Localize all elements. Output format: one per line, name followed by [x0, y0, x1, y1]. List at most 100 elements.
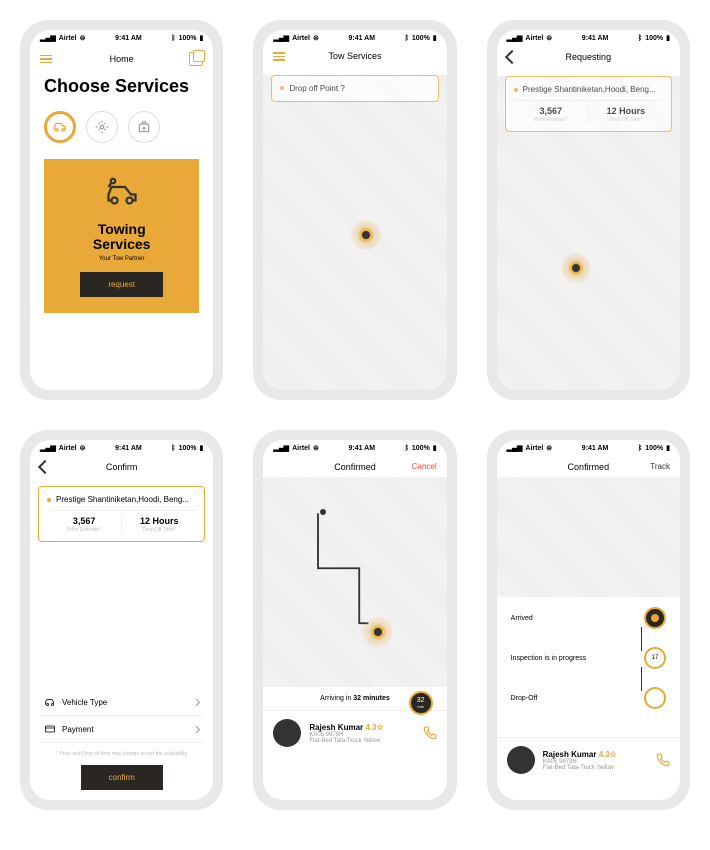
- bluetooth-icon: ᛒ: [638, 35, 642, 42]
- phone-frame: ▂▄▆Airtel⊜ 9:41 AM ᛒ100%▮ Confirmed Canc…: [253, 430, 456, 810]
- service-card: Towing Services Your Tow Partner request: [44, 159, 199, 313]
- cancel-button[interactable]: Cancel: [412, 462, 437, 471]
- carrier: Airtel: [525, 445, 543, 452]
- page-title: Tow Services: [328, 51, 381, 61]
- location-dot-icon: [280, 86, 284, 90]
- eta: 32 minutes: [353, 695, 390, 702]
- driver-name: Rajesh Kumar 4.3☆: [543, 750, 648, 759]
- service-subtitle: Your Tow Partner: [60, 256, 183, 262]
- clock: 9:41 AM: [582, 35, 609, 42]
- menu-icon[interactable]: [40, 55, 52, 64]
- map[interactable]: Drop off Point ?: [263, 75, 446, 391]
- back-icon[interactable]: [505, 50, 519, 64]
- service-title: Towing Services: [60, 222, 183, 253]
- time-label: Drop Off Time*: [122, 527, 196, 533]
- map[interactable]: [263, 477, 446, 687]
- time-value: 12 Hours: [589, 106, 663, 116]
- clock: 9:41 AM: [115, 35, 142, 42]
- header: Confirmed Cancel: [263, 456, 446, 477]
- driver-vehicle: Flat-Bed Tata-Truck Yellow: [309, 738, 414, 744]
- payment-option[interactable]: Payment: [40, 716, 203, 743]
- battery-icon: ▮: [666, 444, 670, 452]
- tow-icon[interactable]: [44, 111, 76, 143]
- carrier: Airtel: [525, 35, 543, 42]
- screen-confirmed-route: ▂▄▆Airtel⊜ 9:41 AM ᛒ100%▮ Confirmed Canc…: [263, 440, 446, 800]
- price-value: 3,567: [514, 106, 588, 116]
- arriving-label: Arriving in: [320, 695, 351, 702]
- call-icon[interactable]: [656, 753, 670, 767]
- track-button[interactable]: Track: [650, 462, 670, 471]
- clock: 9:41 AM: [115, 445, 142, 452]
- step-dropoff: Drop-Off: [511, 687, 666, 709]
- map[interactable]: [497, 477, 680, 597]
- step-pending-icon: [644, 687, 666, 709]
- page-title: Home: [110, 54, 134, 64]
- battery-icon: ▮: [199, 34, 203, 42]
- bluetooth-icon: ᛒ: [171, 445, 175, 452]
- header: Requesting: [497, 46, 680, 68]
- map[interactable]: Prestige Shantiniketan,Hoodi, Beng... 3,…: [497, 76, 680, 390]
- avatar: [273, 719, 301, 747]
- arriving-bar: Arriving in 32 minutes 32min: [263, 687, 446, 710]
- wifi-icon: ⊜: [313, 444, 319, 452]
- battery: 100%: [179, 35, 197, 42]
- step-done-icon: [644, 607, 666, 629]
- phone-frame: ▂▄▆Airtel⊜ 9:41 AM ᛒ100%▮ Confirm Presti…: [20, 430, 223, 810]
- bluetooth-icon: ᛒ: [171, 35, 175, 42]
- wifi-icon: ⊜: [313, 34, 319, 42]
- page-title: Confirm: [106, 462, 138, 472]
- request-card: Prestige Shantiniketan,Hoodi, Beng... 3,…: [505, 76, 672, 132]
- back-icon[interactable]: [38, 460, 52, 474]
- chevron-right-icon: [193, 725, 200, 732]
- summary-card: Prestige Shantiniketan,Hoodi, Beng... 3,…: [38, 486, 205, 542]
- call-icon[interactable]: [423, 726, 437, 740]
- time-value: 12 Hours: [122, 516, 196, 526]
- status-bar: ▂▄▆Airtel⊜ 9:41 AM ᛒ100%▮: [263, 30, 446, 46]
- clock: 9:41 AM: [348, 445, 375, 452]
- confirm-button[interactable]: confirm: [81, 765, 163, 790]
- timer-badge: 32min: [409, 691, 433, 715]
- bluetooth-icon: ᛒ: [405, 445, 409, 452]
- screen-home: ▂▄▆Airtel⊜ 9:41 AM ᛒ100%▮ Home Choose Se…: [30, 30, 213, 390]
- battery-icon: ▮: [433, 34, 437, 42]
- location-dot-icon: [47, 498, 51, 502]
- screen-confirmed-track: ▂▄▆Airtel⊜ 9:41 AM ᛒ100%▮ Confirmed Trac…: [497, 440, 680, 800]
- copy-icon[interactable]: [189, 52, 203, 66]
- page-title: Confirmed: [334, 462, 376, 472]
- battery: 100%: [645, 35, 663, 42]
- driver-vehicle: Flat-Bed Tata-Truck Yellow: [543, 765, 648, 771]
- screen-confirm: ▂▄▆Airtel⊜ 9:41 AM ᛒ100%▮ Confirm Presti…: [30, 440, 213, 800]
- driver-rating: 4.3☆: [599, 750, 617, 759]
- status-bar: ▂▄▆Airtel⊜ 9:41 AM ᛒ100%▮: [263, 440, 446, 456]
- page-title: Confirmed: [568, 462, 610, 472]
- status-bar: ▂▄▆Airtel⊜ 9:41 AM ᛒ100%▮: [497, 30, 680, 46]
- request-button[interactable]: request: [80, 272, 163, 297]
- signal-icon: ▂▄▆: [40, 34, 56, 42]
- phone-frame: ▂▄▆Airtel⊜ 9:41 AM ᛒ100%▮ Tow Services D…: [253, 20, 456, 400]
- time-label: Drop Off Time*: [589, 117, 663, 123]
- menu-icon[interactable]: [273, 52, 285, 61]
- medkit-icon[interactable]: [128, 111, 160, 143]
- fine-print: * Price and Drop off time may change as …: [40, 751, 203, 757]
- address: Prestige Shantiniketan,Hoodi, Beng...: [523, 85, 656, 94]
- tow-truck-icon: [104, 175, 140, 211]
- phone-frame: ▂▄▆Airtel⊜ 9:41 AM ᛒ100%▮ Home Choose Se…: [20, 20, 223, 400]
- price-label: Price Estimate*: [47, 527, 121, 533]
- screen-tow-services: ▂▄▆Airtel⊜ 9:41 AM ᛒ100%▮ Tow Services D…: [263, 30, 446, 390]
- driver-panel: Rajesh Kumar 4.3☆ KA05 9879H Flat-Bed Ta…: [263, 710, 446, 755]
- clock: 9:41 AM: [348, 35, 375, 42]
- battery: 100%: [179, 445, 197, 452]
- signal-icon: ▂▄▆: [273, 34, 289, 42]
- battery: 100%: [412, 35, 430, 42]
- wifi-icon: ⊜: [546, 34, 552, 42]
- bluetooth-icon: ᛒ: [405, 35, 409, 42]
- card-icon: [44, 723, 56, 735]
- car-icon: [44, 696, 56, 708]
- vehicle-type-option[interactable]: Vehicle Type: [40, 689, 203, 716]
- driver-name: Rajesh Kumar 4.3☆: [309, 723, 414, 732]
- signal-icon: ▂▄▆: [273, 444, 289, 452]
- signal-icon: ▂▄▆: [40, 444, 56, 452]
- step-inspection: Inspection is in progress 17: [511, 647, 666, 669]
- gear-icon[interactable]: [86, 111, 118, 143]
- dropoff-input[interactable]: Drop off Point ?: [271, 75, 438, 102]
